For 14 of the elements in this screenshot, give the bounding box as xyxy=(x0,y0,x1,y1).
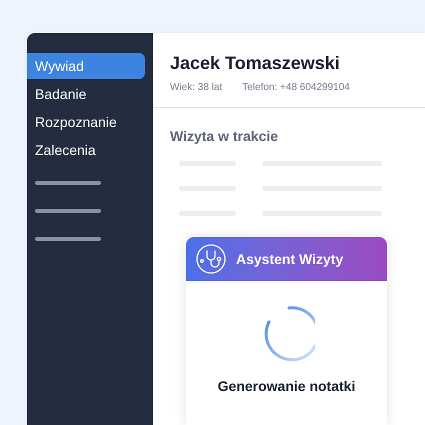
assistant-title: Asystent Wizyty xyxy=(236,250,344,269)
sidebar-item[interactable]: Zalecenia xyxy=(27,137,145,163)
placeholder-bar xyxy=(35,209,101,213)
patient-age: Wiek: 38 lat xyxy=(170,81,222,95)
sidebar-item[interactable]: Rozpoznanie xyxy=(27,109,145,135)
sidebar-item[interactable]: Badanie xyxy=(27,81,145,107)
visit-status: Wizyta w trakcie xyxy=(170,127,280,145)
status-text: Generowanie notatki xyxy=(218,377,356,396)
sidebar-item[interactable]: Wywiad xyxy=(27,53,145,79)
stethoscope-icon xyxy=(196,244,226,274)
placeholder-bar xyxy=(35,237,101,241)
placeholder-bar xyxy=(35,181,101,185)
patient-name: Jacek Tomaszewski xyxy=(170,52,341,75)
patient-phone: Telefon: +48 604299104 xyxy=(242,81,350,95)
